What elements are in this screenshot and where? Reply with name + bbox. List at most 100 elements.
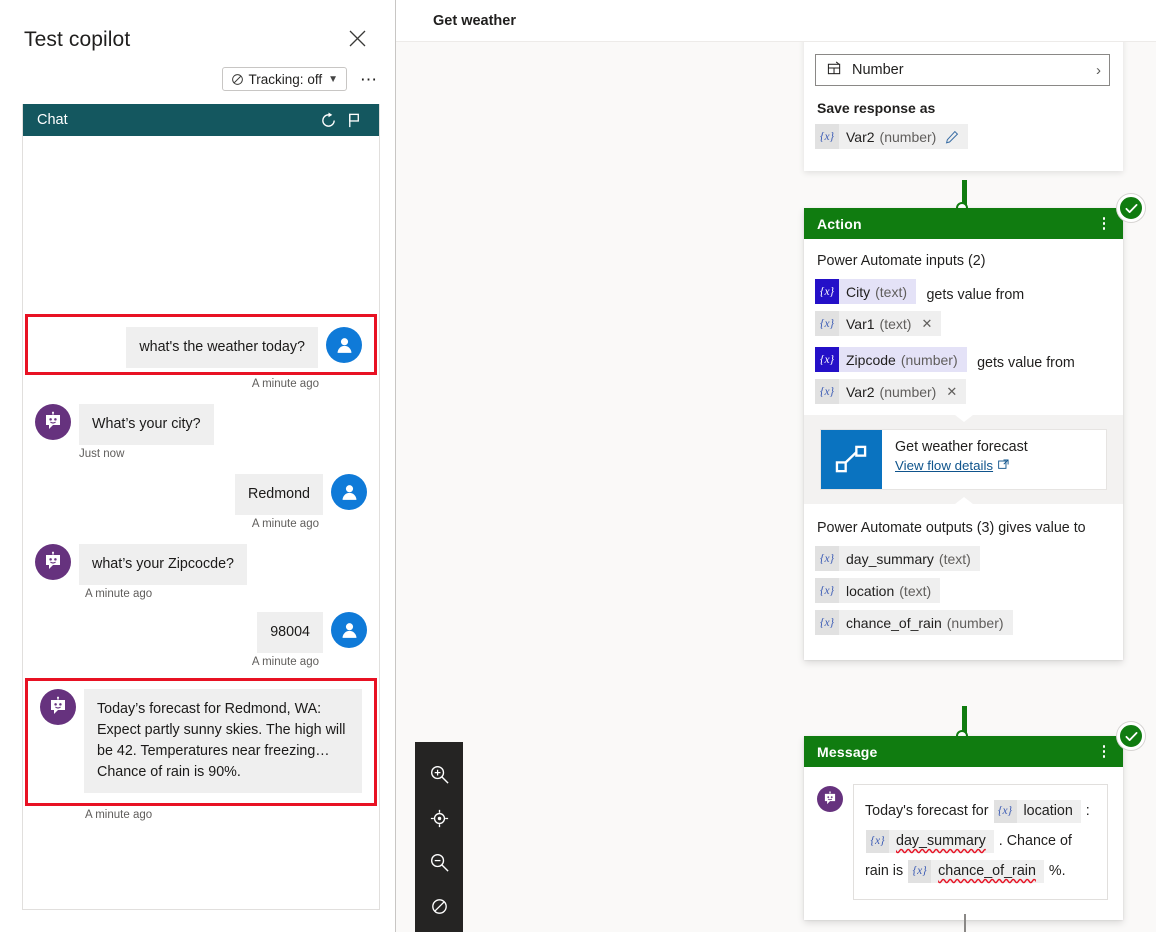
avatar: [331, 612, 367, 648]
chat-message-user: Redmond: [23, 474, 379, 515]
topic-title: Get weather: [433, 12, 516, 29]
chat-message-list[interactable]: what's the weather today? A minute ago W…: [23, 136, 379, 908]
authoring-canvas-panel: Get weather Number › Save response as {x…: [396, 0, 1156, 932]
output-chip[interactable]: {x} day_summary (text): [815, 546, 980, 571]
open-in-new-icon: [998, 458, 1009, 473]
action-node-header: Action: [804, 194, 1145, 239]
flow-card-text: Get weather forecast View flow details: [882, 430, 1028, 489]
gets-value-from-text: gets value from: [977, 355, 1075, 371]
tracking-toggle-button[interactable]: Tracking: off ▼: [221, 67, 347, 91]
variable-type: (number): [946, 614, 1004, 631]
variable-icon: {x}: [908, 859, 932, 883]
message-node-header: Message: [804, 722, 1145, 767]
chat-message-bot: what’s your Zipcocde?: [23, 544, 379, 585]
message-bubble: what's the weather today?: [126, 327, 318, 368]
action-node-title: Action: [817, 215, 862, 232]
message-timestamp: A minute ago: [251, 518, 319, 530]
action-node[interactable]: Action Power Automate inputs (2) {x} Cit…: [804, 194, 1145, 660]
view-flow-details-link[interactable]: View flow details: [895, 458, 1009, 473]
variable-icon: {x}: [815, 279, 839, 304]
fit-to-screen-icon[interactable]: [419, 796, 459, 840]
flow-card-band: Get weather forecast View flow details: [804, 415, 1123, 504]
message-token-day-summary[interactable]: {x} day_summary: [866, 829, 994, 853]
chevron-right-icon: ›: [1096, 61, 1101, 79]
close-icon[interactable]: [343, 24, 371, 52]
output-row: {x} day_summary (text): [815, 546, 1110, 578]
avatar: [40, 689, 76, 725]
tracking-off-icon: [231, 73, 243, 85]
message-bubble: What’s your city?: [79, 404, 214, 445]
page-title: Test copilot: [24, 28, 131, 51]
app-root: Test copilot Tracking: off ▼ ⋯ Chat what…: [0, 0, 1156, 932]
parameter-type: (text): [875, 283, 908, 300]
chat-header: Chat: [23, 104, 379, 136]
message-text-part2: :: [1085, 803, 1090, 819]
more-vertical-icon[interactable]: [1095, 742, 1113, 762]
output-chip[interactable]: {x} location (text): [815, 578, 941, 603]
message-timestamp: A minute ago: [85, 588, 153, 600]
flow-card[interactable]: Get weather forecast View flow details: [820, 429, 1107, 490]
restart-icon[interactable]: [315, 107, 341, 133]
pencil-icon[interactable]: [936, 130, 968, 144]
message-node[interactable]: Message Today's forecast for {x} locatio…: [804, 722, 1145, 920]
bot-avatar-icon: [817, 786, 843, 812]
variable-type: (text): [899, 582, 932, 599]
message-text-editor[interactable]: Today's forecast for {x} location : {x} …: [853, 784, 1108, 900]
identify-entity-select[interactable]: Number ›: [815, 54, 1110, 86]
question-node[interactable]: Number › Save response as {x} Var2 (numb…: [804, 42, 1123, 171]
variable-name: Var2: [846, 383, 875, 400]
zoom-in-icon[interactable]: [419, 752, 459, 796]
message-timestamp: A minute ago: [251, 656, 319, 668]
test-panel-subbar: Tracking: off ▼ ⋯: [221, 67, 381, 91]
token-name: day_summary: [896, 833, 986, 850]
check-circle-icon: [1117, 194, 1145, 222]
zoom-out-icon[interactable]: [419, 840, 459, 884]
tracking-label: Tracking: off: [248, 71, 323, 87]
input-parameter-chip[interactable]: {x} Zipcode (number): [815, 347, 967, 372]
message-timestamp: Just now: [79, 448, 125, 460]
input-value-row: {x} Var2 (number) ✕: [815, 379, 1110, 411]
highlight-box-bot-message: Today’s forecast for Redmond, WA: Expect…: [25, 678, 377, 806]
message-bubble: what’s your Zipcocde?: [79, 544, 247, 585]
canvas-zoom-toolbar: [415, 742, 463, 932]
close-icon[interactable]: ✕: [936, 384, 966, 400]
input-value-chip[interactable]: {x} Var1 (text) ✕: [815, 311, 942, 336]
check-circle-icon: [1117, 722, 1145, 750]
message-bubble: Redmond: [235, 474, 323, 515]
output-chip[interactable]: {x} chance_of_rain (number): [815, 610, 1013, 635]
variable-type: (text): [938, 550, 971, 567]
canvas-header: Get weather: [396, 0, 1156, 42]
more-vertical-icon[interactable]: [1095, 214, 1113, 234]
identify-entity-value: Number: [852, 62, 904, 78]
avatar: [35, 404, 71, 440]
message-timestamp: A minute ago: [251, 378, 319, 390]
reset-view-icon[interactable]: [419, 884, 459, 928]
variable-name: Var1: [846, 315, 875, 332]
input-parameter-chip[interactable]: {x} City (text): [815, 279, 917, 304]
chat-container: Chat what's the weather today? A minute …: [22, 104, 380, 910]
message-content-row: Today's forecast for {x} location : {x} …: [817, 780, 1110, 902]
canvas-area[interactable]: Number › Save response as {x} Var2 (numb…: [396, 42, 1156, 932]
chat-title: Chat: [37, 112, 68, 128]
more-options-button[interactable]: ⋯: [357, 67, 381, 91]
flag-icon[interactable]: [341, 107, 367, 133]
chat-empty-space: [23, 136, 379, 314]
parameter-name: Zipcode: [846, 351, 896, 368]
message-text-part1: Today's forecast for: [865, 803, 989, 819]
chat-message-bot: What’s your city?: [23, 404, 379, 445]
variable-name: chance_of_rain: [846, 614, 942, 631]
message-text-part4: %.: [1048, 863, 1066, 879]
chat-message-user: 98004: [23, 612, 379, 653]
input-value-chip[interactable]: {x} Var2 (number) ✕: [815, 379, 967, 404]
close-icon[interactable]: ✕: [911, 316, 941, 332]
message-token-location[interactable]: {x} location: [993, 799, 1081, 823]
avatar: [35, 544, 71, 580]
message-token-chance-of-rain[interactable]: {x} chance_of_rain: [908, 859, 1044, 883]
variable-icon: {x}: [815, 124, 839, 149]
test-copilot-panel: Test copilot Tracking: off ▼ ⋯ Chat what…: [0, 0, 396, 932]
save-response-variable-chip[interactable]: {x} Var2 (number): [815, 124, 969, 149]
variable-name: location: [846, 582, 895, 599]
power-automate-icon: [821, 430, 882, 489]
variable-icon: {x}: [815, 379, 839, 404]
variable-icon: {x}: [815, 347, 839, 372]
